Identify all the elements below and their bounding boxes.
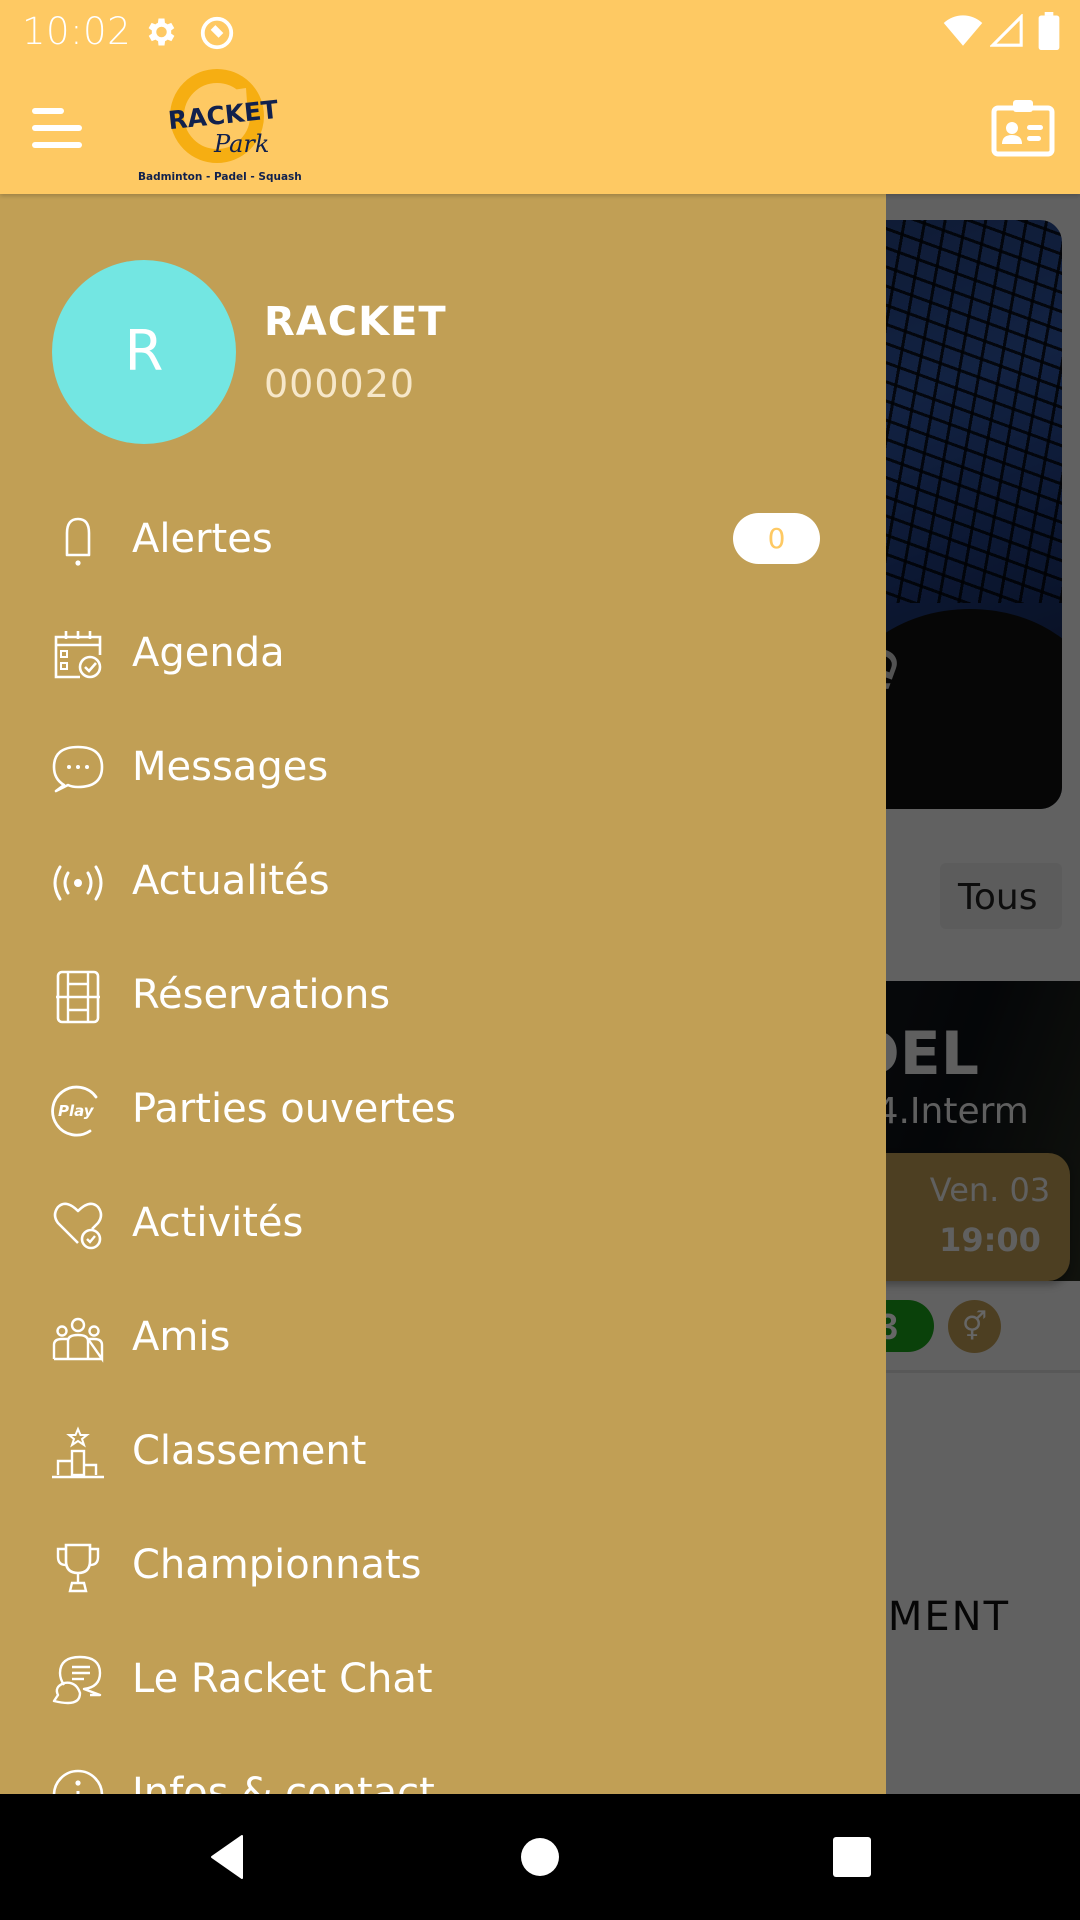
hamburger-menu-icon[interactable] [30,108,84,148]
menu-item-parties-ouvertes[interactable]: Play Parties ouvertes [0,1053,886,1167]
gear-icon [148,18,175,46]
menu-item-alertes[interactable]: Alertes 0 [0,483,886,597]
racket-park-logo[interactable]: RACKET Park Badminton - Padel - Squash [134,66,304,186]
calendar-check-icon [54,631,102,679]
user-member-id: 000020 [264,362,416,406]
menu-item-infos-contact[interactable]: Infos & contact [0,1737,886,1794]
info-icon [52,1769,104,1794]
chat-bubbles-icon [52,1655,102,1705]
heart-check-icon [53,1202,103,1250]
menu-item-amis[interactable]: Amis [0,1281,886,1395]
menu-item-label: Amis [132,1314,231,1360]
chat-bubble-icon [52,745,104,793]
menu-item-racket-chat[interactable]: Le Racket Chat [0,1623,886,1737]
podium-icon [52,1426,104,1479]
court-icon [56,970,100,1024]
menu-item-label: Activités [132,1200,304,1246]
recents-icon[interactable] [822,1832,882,1882]
back-icon[interactable] [198,1832,258,1882]
menu-item-label: Championnats [132,1542,422,1588]
home-icon[interactable] [510,1832,570,1882]
wifi-icon [943,15,983,46]
play-icon: Play [51,1085,98,1137]
navigation-drawer: R RACKET 000020 Alertes 0 Agenda Message… [0,194,886,1794]
app-header: 10:02 RACKET Park Badminton - Padel - Sq… [0,0,1080,194]
friends-icon [52,1317,104,1363]
logo-script: Park [213,130,269,158]
menu-item-label: Infos & contact [132,1770,435,1794]
system-nav-bar [0,1794,1080,1920]
status-time: 10:02 [22,10,132,53]
svg-text:Play: Play [58,1102,95,1120]
menu-item-label: Réservations [132,972,391,1018]
menu-item-classement[interactable]: Classement [0,1395,886,1509]
battery-icon [1038,12,1060,50]
bell-icon [65,517,91,566]
menu-item-label: Actualités [132,858,330,904]
avatar[interactable]: R [52,260,236,444]
menu-item-messages[interactable]: Messages [0,711,886,825]
sync-icon [200,16,234,50]
alert-count-badge: 0 [733,513,820,564]
trophy-icon [56,1543,100,1593]
user-name: RACKET [264,299,447,345]
menu-item-reservations[interactable]: Réservations [0,939,886,1053]
id-card-icon[interactable] [990,98,1056,158]
menu-item-label: Messages [132,744,329,790]
menu-item-activites[interactable]: Activités [0,1167,886,1281]
menu-item-label: Classement [132,1428,367,1474]
menu-item-championnats[interactable]: Championnats [0,1509,886,1623]
broadcast-icon [53,865,103,901]
menu-item-actualites[interactable]: Actualités [0,825,886,939]
menu-item-agenda[interactable]: Agenda [0,597,886,711]
menu-item-label: Alertes [132,516,273,562]
logo-tagline: Badminton - Padel - Squash [138,171,302,183]
signal-icon [990,14,1023,47]
menu-item-label: Agenda [132,630,285,676]
menu-item-label: Le Racket Chat [132,1656,433,1702]
menu-item-label: Parties ouvertes [132,1086,456,1132]
